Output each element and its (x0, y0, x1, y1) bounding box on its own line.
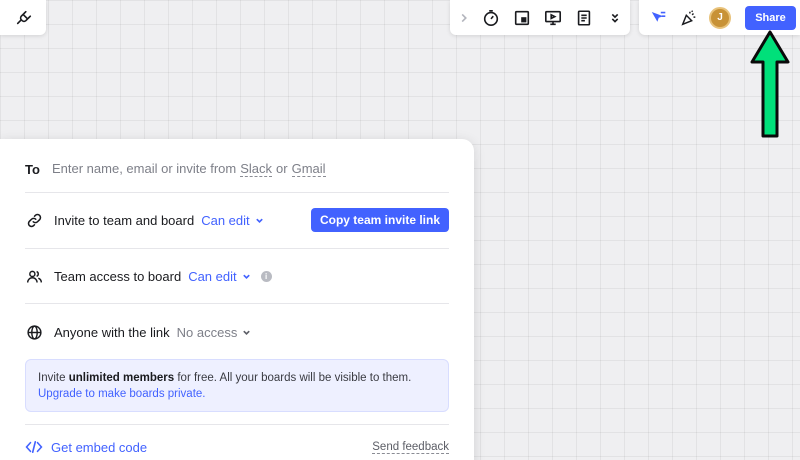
chevron-down-icon (242, 274, 250, 279)
plug-icon[interactable] (14, 8, 34, 28)
team-access-row: Team access to board Can edit i (25, 265, 449, 287)
send-feedback-link[interactable]: Send feedback (372, 441, 449, 454)
divider (25, 248, 449, 249)
notes-icon[interactable] (574, 8, 594, 28)
team-access-label: Team access to board (54, 268, 182, 284)
anyone-permission-dropdown[interactable]: No access (177, 325, 252, 340)
left-toolbar (0, 0, 46, 35)
team-access-permission-dropdown[interactable]: Can edit (188, 269, 250, 284)
link-icon (25, 211, 43, 229)
anyone-permission: No access (176, 324, 238, 340)
to-row: To Enter name, email or invite from Slac… (25, 161, 449, 177)
invite-team-label: Invite to team and board (54, 212, 195, 228)
or-text: or (276, 161, 288, 176)
anyone-with-link-row: Anyone with the link No access (25, 321, 449, 343)
footer-row: Get embed code Send feedback (25, 437, 449, 457)
invite-team-permission: Can edit (201, 212, 250, 228)
divider (25, 424, 449, 425)
chevron-right-icon[interactable] (458, 8, 470, 28)
invite-team-row: Invite to team and board Can edit Copy t… (25, 208, 449, 232)
globe-icon (25, 323, 43, 341)
chevron-down-icon (243, 330, 251, 335)
team-access-permission: Can edit (188, 268, 237, 284)
reactions-icon[interactable] (649, 8, 669, 28)
invite-placeholder: Enter name, email or invite from (52, 161, 237, 176)
to-label: To (25, 161, 40, 177)
embed-label: Get embed code (51, 439, 148, 455)
invite-team-permission-dropdown[interactable]: Can edit (201, 213, 263, 228)
banner-suffix: for free. All your boards will be visibl… (177, 372, 412, 384)
slack-link[interactable]: Slack (240, 161, 273, 177)
divider (25, 192, 449, 193)
timer-icon[interactable] (481, 8, 501, 28)
share-panel: To Enter name, email or invite from Slac… (0, 139, 474, 460)
chevron-down-icon (255, 218, 263, 223)
annotation-arrow-icon (750, 30, 790, 138)
upgrade-link[interactable]: Upgrade to make boards private. (38, 388, 205, 400)
team-users-icon (25, 267, 43, 285)
chevron-double-down-icon[interactable] (605, 8, 625, 28)
copy-team-invite-link-button[interactable]: Copy team invite link (310, 208, 449, 232)
divider (25, 303, 449, 304)
info-icon[interactable]: i (260, 270, 272, 282)
banner-prefix: Invite (38, 372, 66, 384)
upgrade-banner: Invite unlimited members for free. All y… (25, 359, 449, 412)
gmail-link[interactable]: Gmail (291, 161, 326, 177)
board-tools-toolbar (450, 0, 630, 35)
invite-input[interactable]: Enter name, email or invite from Slack o… (52, 161, 449, 177)
code-icon (25, 440, 43, 454)
banner-bold: unlimited members (68, 372, 175, 384)
user-avatar[interactable]: J (709, 6, 731, 29)
sticky-frame-icon[interactable] (512, 8, 532, 28)
share-button[interactable]: Share (745, 5, 796, 30)
get-embed-code-link[interactable]: Get embed code (25, 440, 147, 455)
presentation-icon[interactable] (543, 8, 563, 28)
celebrate-icon[interactable] (679, 8, 699, 28)
anyone-label: Anyone with the link (54, 324, 170, 340)
